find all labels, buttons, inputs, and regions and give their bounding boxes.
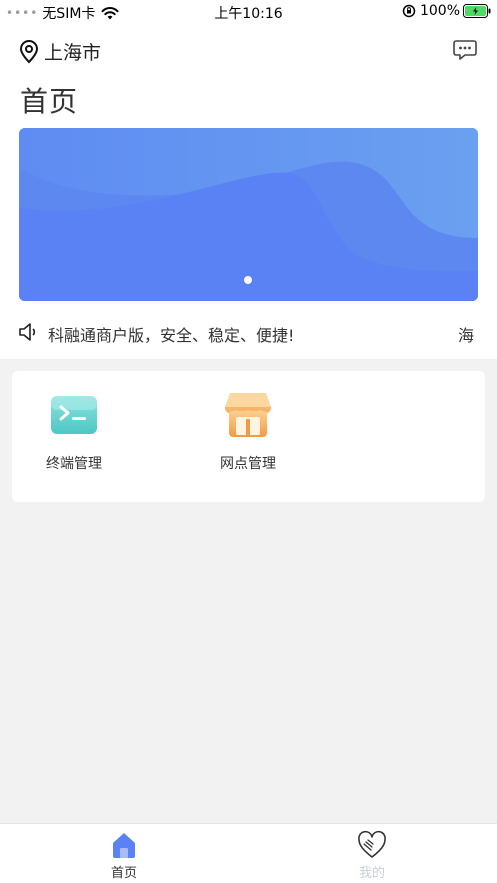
status-right: 100% xyxy=(402,3,491,19)
terminal-label: 终端管理 xyxy=(46,456,102,472)
branch-label: 网点管理 xyxy=(220,456,276,472)
status-bar: •••• 无SIM卡 上午10:16 100% xyxy=(0,0,497,24)
function-menu: 终端管理 网点管理 xyxy=(12,371,485,502)
city-label: 上海市 xyxy=(44,42,102,64)
tab-bar: 首页 我的 xyxy=(0,823,497,883)
notice-bar[interactable]: 科融通商户版，安全、稳定、便捷! 海 xyxy=(18,319,478,345)
page-title: 首页 xyxy=(20,85,79,118)
carousel-indicator[interactable] xyxy=(244,276,252,284)
tab-mine-label: 我的 xyxy=(358,866,385,881)
tab-home[interactable]: 首页 xyxy=(64,830,184,881)
store-icon xyxy=(224,393,272,437)
battery-icon xyxy=(463,4,491,18)
branch-management-item[interactable]: 网点管理 xyxy=(198,389,298,473)
rotation-lock-icon xyxy=(402,4,416,18)
notice-scroll-text: 海 xyxy=(457,326,474,345)
terminal-management-item[interactable]: 终端管理 xyxy=(24,389,124,473)
notice-text: 科融通商户版，安全、稳定、便捷! xyxy=(48,326,295,345)
home-icon xyxy=(113,833,135,858)
terminal-icon xyxy=(51,396,97,434)
tab-home-label: 首页 xyxy=(110,866,137,881)
location-pin-icon xyxy=(19,39,39,63)
tab-mine[interactable]: 我的 xyxy=(312,830,432,881)
speaker-icon xyxy=(19,323,36,341)
location-selector[interactable]: 上海市 xyxy=(18,38,101,65)
battery-percent: 100% xyxy=(419,3,460,19)
heart-icon xyxy=(358,830,386,858)
message-icon[interactable] xyxy=(453,39,477,61)
